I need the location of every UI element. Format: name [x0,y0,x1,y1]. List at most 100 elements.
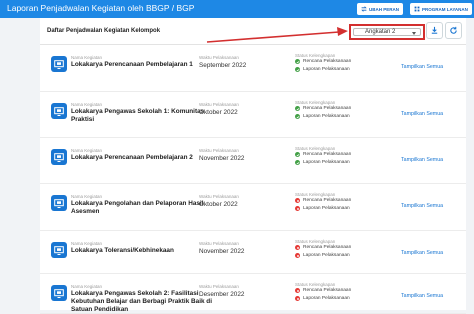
activity-icon [51,56,67,72]
time-label: Waktu Pelaksanaan [199,284,239,289]
list-item: Nama Kegiatan Lokakarya Pengolahan dan P… [40,184,466,231]
rencana-status: Rencana Pelaksanaan [295,106,351,111]
laporan-status: Laporan Pelaksanaan [295,296,350,301]
close-icon [295,296,300,301]
program-layanan-button[interactable]: PROGRAM LAYANAN [410,3,472,15]
rencana-label: Rencana Pelaksanaan [303,59,352,64]
name-label: Nama Kegiatan [71,241,103,246]
close-icon [295,206,300,211]
page-title: Laporan Penjadwalan Kegiatan oleh BBGP /… [7,3,195,13]
rencana-status: Rencana Pelaksanaan [295,245,351,250]
status-label: Status Kelengkapan [295,282,336,287]
laporan-label: Laporan Pelaksanaan [303,296,350,301]
rencana-status: Rencana Pelaksanaan [295,198,351,203]
tampilkan-semua-link[interactable]: Tampilkan Semua [401,203,443,209]
panel-title: Daftar Penjadwalan Kegiatan Kelompok [47,28,161,34]
close-icon [295,245,300,250]
tampilkan-semua-link[interactable]: Tampilkan Semua [401,111,443,117]
laporan-status: Laporan Pelaksanaan [295,253,350,258]
status-label: Status Kelengkapan [295,192,336,197]
rencana-label: Rencana Pelaksanaan [303,288,352,293]
laporan-label: Laporan Pelaksanaan [303,67,350,72]
activity-icon [51,149,67,165]
laporan-label: Laporan Pelaksanaan [303,206,350,211]
list-item: Nama Kegiatan Lokakarya Perencanaan Pemb… [40,138,466,184]
laporan-status: Laporan Pelaksanaan [295,114,350,119]
laporan-label: Laporan Pelaksanaan [303,160,350,165]
activity-icon [51,285,67,301]
laporan-label: Laporan Pelaksanaan [303,114,350,119]
activity-date: November 2022 [199,248,245,255]
activity-name: Lokakarya Perencanaan Pembelajaran 1 [71,61,193,68]
chevron-down-icon [412,32,416,35]
list-item: Nama Kegiatan Lokakarya Perencanaan Pemb… [40,45,466,92]
rencana-status: Rencana Pelaksanaan [295,59,351,64]
activity-icon [51,103,67,119]
list-item: Nama Kegiatan Lokakarya Toleransi/Kebhin… [40,231,466,274]
laporan-status: Laporan Pelaksanaan [295,160,350,165]
status-label: Status Kelengkapan [295,53,336,58]
refresh-button[interactable] [445,22,462,39]
laporan-label: Laporan Pelaksanaan [303,253,350,258]
laporan-status: Laporan Pelaksanaan [295,206,350,211]
download-icon [431,26,438,34]
check-icon [295,152,300,157]
ubah-peran-button[interactable]: UBAH PERAN [357,3,404,15]
activity-date: Desember 2022 [199,291,245,298]
name-label: Nama Kegiatan [71,284,103,289]
activity-name: Lokakarya Toleransi/Kebhinekaan [71,247,174,254]
list-item: Nama Kegiatan Lokakarya Pengawas Sekolah… [40,92,466,138]
rencana-label: Rencana Pelaksanaan [303,152,352,157]
activity-icon [51,195,67,211]
close-icon [295,253,300,258]
time-label: Waktu Pelaksanaan [199,102,239,107]
check-icon [295,114,300,119]
list-item: Nama Kegiatan Lokakarya Pengawas Sekolah… [40,274,466,314]
tampilkan-semua-link[interactable]: Tampilkan Semua [401,293,443,299]
activity-icon [51,242,67,258]
rencana-status: Rencana Pelaksanaan [295,288,351,293]
activity-date: November 2022 [199,155,245,162]
rencana-status: Rencana Pelaksanaan [295,152,351,157]
activity-date: Oktober 2022 [199,201,238,208]
name-label: Nama Kegiatan [71,148,103,153]
activity-date: September 2022 [199,62,247,69]
status-label: Status Kelengkapan [295,239,336,244]
program-layanan-label: PROGRAM LAYANAN [422,6,468,12]
status-label: Status Kelengkapan [295,100,336,105]
close-icon [295,288,300,293]
refresh-icon [450,26,457,34]
tampilkan-semua-link[interactable]: Tampilkan Semua [401,250,443,256]
grid-icon [414,6,420,12]
time-label: Waktu Pelaksanaan [199,148,239,153]
download-button[interactable] [426,22,443,39]
activity-name: Lokakarya Pengawas Sekolah 2: Fasilitasi… [71,290,212,313]
close-icon [295,198,300,203]
check-icon [295,59,300,64]
rencana-label: Rencana Pelaksanaan [303,245,352,250]
status-label: Status Kelengkapan [295,146,336,151]
activity-date: Oktober 2022 [199,109,238,116]
time-label: Waktu Pelaksanaan [199,241,239,246]
angkatan-select[interactable]: Angkatan 2 [349,24,425,40]
name-label: Nama Kegiatan [71,55,103,60]
activity-name: Lokakarya Pengolahan dan Pelaporan Hasil… [71,200,204,215]
activity-name: Lokakarya Perencanaan Pembelajaran 2 [71,154,193,161]
time-label: Waktu Pelaksanaan [199,194,239,199]
select-value: Angkatan 2 [365,29,396,35]
time-label: Waktu Pelaksanaan [199,55,239,60]
tampilkan-semua-link[interactable]: Tampilkan Semua [401,64,443,70]
check-icon [295,67,300,72]
check-icon [295,106,300,111]
name-label: Nama Kegiatan [71,102,103,107]
tampilkan-semua-link[interactable]: Tampilkan Semua [401,157,443,163]
activity-name: Lokakarya Pengawas Sekolah 1: Komunitas … [71,108,205,123]
rencana-label: Rencana Pelaksanaan [303,106,352,111]
check-icon [295,160,300,165]
name-label: Nama Kegiatan [71,194,103,199]
swap-icon [361,6,367,12]
laporan-status: Laporan Pelaksanaan [295,67,350,72]
rencana-label: Rencana Pelaksanaan [303,198,352,203]
ubah-peran-label: UBAH PERAN [369,6,400,12]
top-bar: Laporan Penjadwalan Kegiatan oleh BBGP /… [0,0,474,18]
